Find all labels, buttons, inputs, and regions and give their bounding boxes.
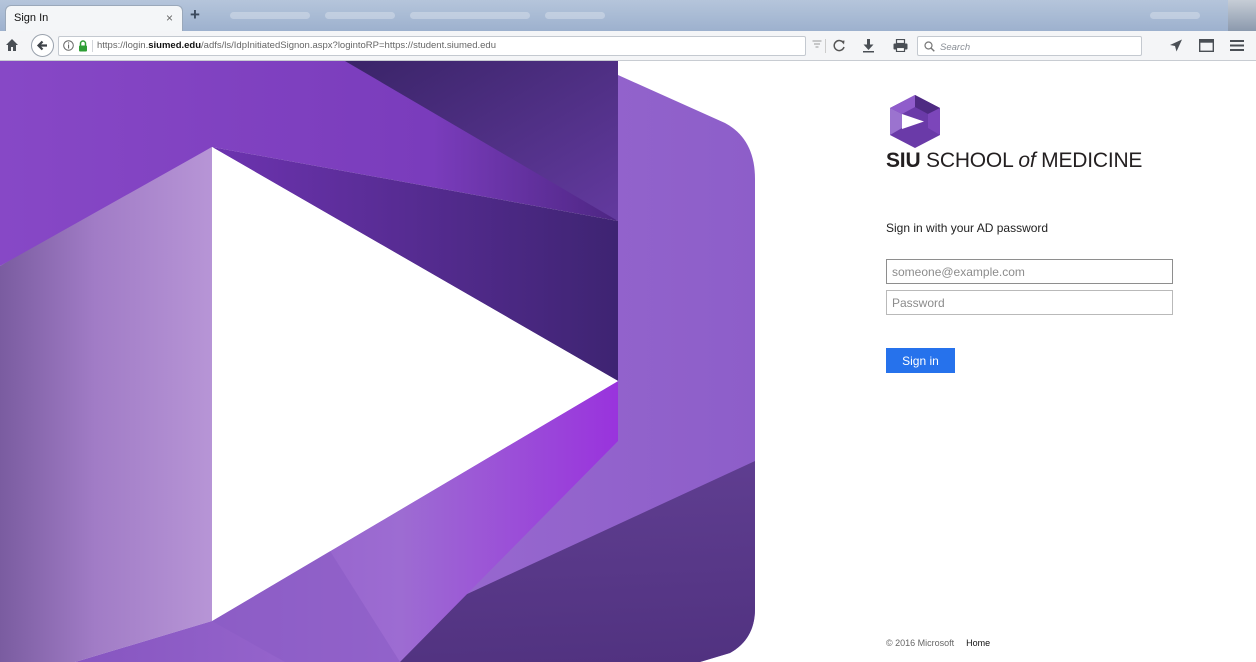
download-icon[interactable] xyxy=(862,38,875,53)
logo-of: of xyxy=(1018,149,1036,172)
new-tab-icon[interactable]: + xyxy=(190,5,200,25)
home-icon[interactable] xyxy=(5,38,19,52)
email-field[interactable] xyxy=(886,259,1173,284)
back-button[interactable] xyxy=(31,34,54,57)
url-scheme: https://login. xyxy=(97,40,149,51)
tab-title: Sign In xyxy=(14,12,49,24)
url-separator xyxy=(92,40,93,52)
url-text[interactable]: https://login.siumed.edu/adfs/ls/IdpInit… xyxy=(97,40,496,51)
search-icon xyxy=(924,41,935,52)
logo-medicine: MEDICINE xyxy=(1035,149,1143,172)
hexagon-play-illustration xyxy=(0,61,755,662)
blurred-region xyxy=(410,12,530,19)
nav-separator xyxy=(825,39,826,53)
info-icon[interactable] xyxy=(63,40,74,51)
navigation-bar: https://login.siumed.edu/adfs/ls/IdpInit… xyxy=(0,31,1256,61)
logo-school: SCHOOL xyxy=(920,149,1019,172)
search-bar[interactable] xyxy=(917,36,1142,56)
tab-close-icon[interactable]: × xyxy=(166,11,173,25)
reload-icon[interactable] xyxy=(833,39,846,52)
url-domain: siumed.edu xyxy=(148,40,202,51)
print-icon[interactable] xyxy=(893,39,908,52)
logo-siu: SIU xyxy=(886,149,921,172)
blurred-region xyxy=(230,12,310,19)
sidebar-icon[interactable] xyxy=(1199,39,1214,52)
address-bar[interactable]: https://login.siumed.edu/adfs/ls/IdpInit… xyxy=(58,36,806,56)
blurred-region xyxy=(545,12,605,19)
footer: © 2016 Microsoft Home xyxy=(886,638,990,648)
password-field[interactable] xyxy=(886,290,1173,315)
blurred-region xyxy=(325,12,395,19)
lock-icon[interactable] xyxy=(78,40,88,52)
hamburger-menu-icon[interactable] xyxy=(1230,39,1244,52)
tab-strip: Sign In × + xyxy=(0,0,1256,31)
sign-in-button[interactable]: Sign in xyxy=(886,348,955,373)
back-arrow-icon xyxy=(36,40,47,51)
search-input[interactable] xyxy=(938,38,1137,56)
blurred-region xyxy=(1150,12,1200,19)
home-link[interactable]: Home xyxy=(966,638,990,648)
tab-sign-in[interactable]: Sign In × xyxy=(5,5,183,31)
siu-logo-icon xyxy=(890,95,940,148)
blurred-region xyxy=(1228,0,1256,31)
filter-icon[interactable] xyxy=(812,40,822,50)
url-path: /adfs/ls/IdpInitiatedSignon.aspx?loginto… xyxy=(201,40,496,51)
sign-in-heading: Sign in with your AD password xyxy=(886,221,1049,235)
school-logo-text: SIU SCHOOL of MEDICINE xyxy=(886,149,1142,173)
sign-in-panel: SIU SCHOOL of MEDICINE Sign in with your… xyxy=(886,61,1256,662)
copyright-text: © 2016 Microsoft xyxy=(886,638,955,648)
send-icon[interactable] xyxy=(1169,39,1183,52)
